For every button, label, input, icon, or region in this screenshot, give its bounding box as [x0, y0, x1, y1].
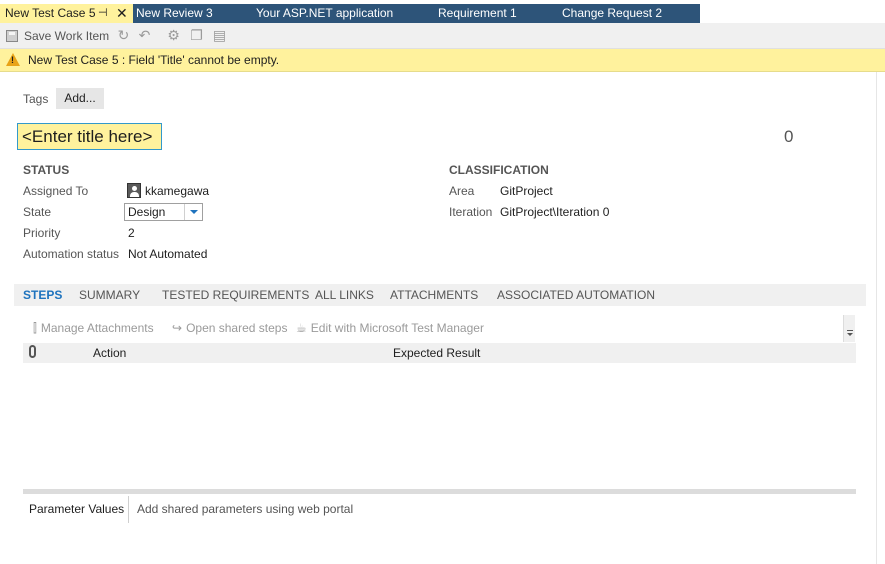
- automation-status-label: Automation status: [23, 247, 120, 261]
- error-message-bar: ! New Test Case 5 : Field 'Title' cannot…: [0, 49, 885, 72]
- work-item-id: 0: [784, 127, 794, 146]
- undo-icon[interactable]: ↶: [137, 28, 152, 43]
- save-label: Save Work Item: [24, 29, 110, 43]
- pin-icon[interactable]: ⊣: [98, 4, 108, 23]
- tab-attachments[interactable]: ATTACHMENTS: [390, 288, 478, 302]
- assigned-to-field[interactable]: kkamegawa: [145, 184, 209, 198]
- tab-label: New Test Case 5: [5, 6, 96, 20]
- tab-asp-net-application[interactable]: Your ASP.NET application: [256, 4, 393, 23]
- tab-new-test-case-5[interactable]: New Test Case 5 ⊣ ✕: [0, 4, 133, 23]
- action-column-header[interactable]: Action: [93, 346, 126, 360]
- tab-summary[interactable]: SUMMARY: [79, 288, 140, 302]
- chevron-down-icon: [847, 333, 853, 336]
- paperclip-icon: ⫿: [33, 321, 37, 335]
- shared-steps-icon: ↪: [172, 321, 183, 335]
- iteration-label: Iteration: [449, 205, 493, 219]
- tab-steps[interactable]: STEPS: [23, 288, 62, 302]
- chevron-down-icon[interactable]: [184, 204, 202, 220]
- form-tab-row: STEPS SUMMARY TESTED REQUIREMENTS ALL LI…: [14, 284, 866, 306]
- tab-associated-automation[interactable]: ASSOCIATED AUTOMATION: [497, 288, 655, 302]
- status-heading: STATUS: [23, 163, 70, 177]
- refresh-icon[interactable]: ↻: [116, 28, 131, 43]
- assigned-to-label: Assigned To: [23, 184, 89, 198]
- edit-with-mtm-label: Edit with Microsoft Test Manager: [310, 321, 484, 335]
- tab-all-links[interactable]: ALL LINKS: [315, 288, 374, 302]
- splitter[interactable]: [23, 489, 856, 494]
- steps-overflow-button[interactable]: [843, 315, 855, 342]
- expected-result-column-header[interactable]: Expected Result: [393, 346, 480, 360]
- add-shared-parameters-link[interactable]: Add shared parameters using web portal: [137, 502, 353, 516]
- copy-icon[interactable]: ❐: [189, 28, 204, 43]
- tab-label: New Review 3: [136, 6, 213, 20]
- divider: [128, 496, 129, 523]
- tab-new-review-3[interactable]: New Review 3: [136, 4, 213, 23]
- area-field[interactable]: GitProject: [500, 184, 553, 198]
- tab-label: Your ASP.NET application: [256, 6, 394, 20]
- form-border: [876, 72, 877, 564]
- iteration-field[interactable]: GitProject\Iteration 0: [500, 205, 609, 219]
- tags-label: Tags: [23, 92, 49, 106]
- area-label: Area: [449, 184, 475, 198]
- steps-grid-header: Action Expected Result: [23, 343, 856, 363]
- state-dropdown[interactable]: Design: [124, 203, 203, 221]
- close-icon[interactable]: ✕: [116, 4, 128, 23]
- open-shared-steps-label: Open shared steps: [186, 321, 288, 335]
- edit-with-mtm-button[interactable]: ☕ Edit with Microsoft Test Manager: [296, 321, 484, 335]
- automation-status-value: Not Automated: [128, 247, 208, 261]
- template-icon[interactable]: ▤: [212, 28, 227, 43]
- user-avatar-icon: [127, 183, 141, 198]
- priority-label: Priority: [23, 226, 61, 240]
- tab-requirement-1[interactable]: Requirement 1: [438, 4, 517, 23]
- manage-attachments-button[interactable]: ⫿ Manage Attachments: [33, 321, 154, 336]
- bulk-edit-icon[interactable]: ⚙: [166, 28, 181, 43]
- title-input[interactable]: <Enter title here>: [17, 123, 162, 150]
- document-tab-strip: New Test Case 5 ⊣ ✕ New Review 3 Your AS…: [0, 0, 885, 23]
- open-shared-steps-button[interactable]: ↪ Open shared steps: [172, 321, 287, 335]
- tab-label: Change Request 2: [562, 6, 663, 20]
- add-tag-button[interactable]: Add...: [56, 88, 104, 109]
- warning-icon: !: [6, 53, 20, 66]
- state-value: Design: [128, 205, 166, 219]
- tab-label: Requirement 1: [438, 6, 517, 20]
- error-message: New Test Case 5 : Field 'Title' cannot b…: [28, 53, 280, 67]
- attachment-column-icon: [29, 345, 36, 358]
- state-label: State: [23, 205, 52, 219]
- mtm-icon: ☕: [296, 321, 307, 335]
- parameter-values-label: Parameter Values: [29, 502, 125, 516]
- manage-attachments-label: Manage Attachments: [40, 321, 154, 335]
- save-icon: [6, 30, 18, 42]
- priority-field[interactable]: 2: [128, 226, 135, 240]
- tab-change-request-2[interactable]: Change Request 2: [562, 4, 662, 23]
- save-work-item-button[interactable]: Save Work Item: [6, 29, 109, 43]
- tab-tested-requirements[interactable]: TESTED REQUIREMENTS: [162, 288, 309, 302]
- classification-heading: CLASSIFICATION: [449, 163, 549, 177]
- work-item-toolbar: Save Work Item ↻ ↶ ⚙ ❐ ▤: [0, 23, 885, 49]
- overflow-line-icon: [847, 330, 853, 331]
